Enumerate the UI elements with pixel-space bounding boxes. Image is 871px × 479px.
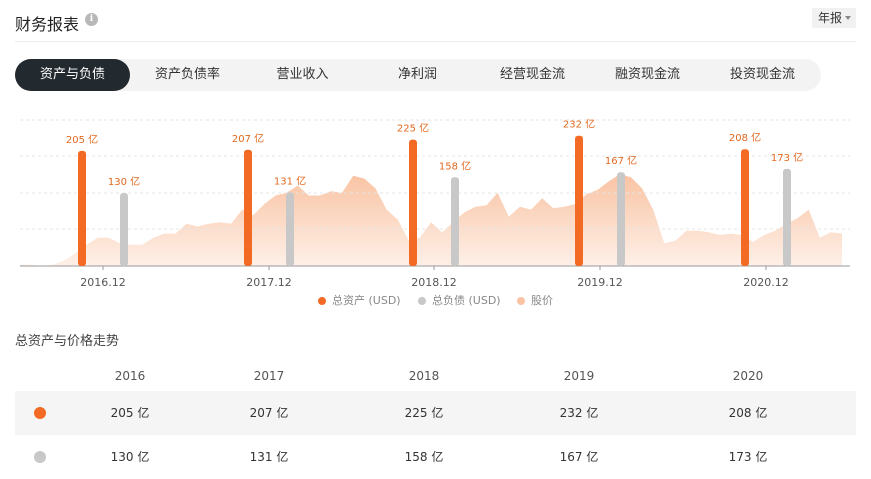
- info-icon[interactable]: i: [85, 13, 98, 26]
- legend-liabilities-label: 总负债 (USD): [432, 294, 501, 307]
- tab-net-profit[interactable]: 净利润: [360, 59, 475, 91]
- price-area: [20, 174, 842, 266]
- table-row-assets: 205 亿 207 亿 225 亿 232 亿 208 亿: [15, 391, 856, 435]
- liabilities-bar: [120, 193, 128, 266]
- assets-bar: [409, 139, 417, 266]
- data-label: 205 亿: [66, 133, 98, 146]
- data-label: 131 亿: [274, 174, 306, 187]
- table-cell: 232 亿: [559, 406, 599, 420]
- tab-operating-cash-flow[interactable]: 经营现金流: [475, 59, 590, 91]
- report-tabs: 资产与负债 资产负债率 营业收入 净利润 经营现金流 融资现金流 投资现金流: [15, 59, 821, 91]
- assets-bar: [78, 150, 86, 266]
- table-cell: 173 亿: [728, 450, 768, 464]
- table-header-year: 2018: [408, 369, 440, 383]
- table-cell: 130 亿: [110, 450, 150, 464]
- assets-row-marker: [34, 407, 46, 419]
- x-tick-label: 2017.12: [246, 276, 292, 289]
- legend-assets-label: 总资产 (USD): [332, 294, 401, 307]
- report-header: 财务报表 i 年报: [15, 8, 856, 42]
- period-select[interactable]: 年报: [811, 8, 856, 28]
- table-cell: 205 亿: [110, 406, 150, 420]
- table-cell: 167 亿: [559, 450, 599, 464]
- assets-bar: [741, 149, 749, 266]
- legend-assets-marker: [318, 297, 326, 305]
- data-label: 232 亿: [563, 118, 595, 131]
- table-row-liabilities: 130 亿 131 亿 158 亿 167 亿 173 亿: [15, 435, 856, 479]
- x-tick-label: 2020.12: [743, 276, 789, 289]
- x-tick-label: 2019.12: [577, 276, 623, 289]
- liabilities-bar: [451, 177, 459, 266]
- data-label: 208 亿: [729, 131, 761, 144]
- liabilities-row-marker: [34, 451, 46, 463]
- tab-financing-cash-flow[interactable]: 融资现金流: [590, 59, 705, 91]
- liabilities-bar: [617, 172, 625, 266]
- tab-revenue[interactable]: 营业收入: [245, 59, 360, 91]
- table-cell: 208 亿: [728, 406, 768, 420]
- data-label: 225 亿: [397, 122, 429, 135]
- data-label: 207 亿: [232, 132, 264, 145]
- assets-price-table: 2016 2017 2018 2019 2020 205 亿 207 亿 225…: [15, 361, 856, 479]
- liabilities-bar: [286, 192, 294, 266]
- liabilities-bar: [783, 168, 791, 266]
- table-cell: 131 亿: [249, 450, 289, 464]
- chevron-down-icon: [845, 16, 851, 20]
- assets-bar: [244, 149, 252, 266]
- assets-bar: [575, 135, 583, 266]
- period-select-value: 年报: [817, 11, 842, 25]
- tab-assets-liabilities[interactable]: 资产与负债: [15, 59, 130, 91]
- table-cell: 207 亿: [249, 406, 289, 420]
- data-label: 173 亿: [771, 151, 803, 164]
- table-header-year: 2017: [253, 369, 285, 383]
- legend-price-marker: [517, 297, 525, 305]
- legend-item-assets[interactable]: 总资产 (USD): [318, 292, 401, 310]
- x-tick-label: 2016.12: [80, 276, 126, 289]
- x-tick-label: 2018.12: [411, 276, 457, 289]
- data-label: 167 亿: [605, 154, 637, 167]
- table-header-year: 2019: [563, 369, 595, 383]
- table-cell: 158 亿: [404, 450, 444, 464]
- chart-legend: 总资产 (USD) 总负债 (USD) 股价: [0, 292, 871, 310]
- legend-price-label: 股价: [531, 294, 553, 307]
- legend-liabilities-marker: [418, 297, 426, 305]
- page-title: 财务报表: [15, 15, 80, 34]
- table-subtitle: 总资产与价格走势: [15, 334, 120, 349]
- table-header-year: 2020: [732, 369, 764, 383]
- table-cell: 225 亿: [404, 406, 444, 420]
- legend-item-liabilities[interactable]: 总负债 (USD): [418, 292, 501, 310]
- table-header-year: 2016: [114, 369, 146, 383]
- data-label: 130 亿: [108, 175, 140, 188]
- assets-liabilities-chart: 205 亿 207 亿 225 亿 232 亿 208 亿 130 亿 131 亿 158 亿…: [20, 118, 850, 289]
- tab-debt-ratio[interactable]: 资产负债率: [130, 59, 245, 91]
- data-label: 158 亿: [439, 159, 471, 172]
- table-header-row: 2016 2017 2018 2019 2020: [15, 361, 856, 391]
- tab-investing-cash-flow[interactable]: 投资现金流: [705, 59, 820, 91]
- legend-item-price[interactable]: 股价: [517, 292, 553, 310]
